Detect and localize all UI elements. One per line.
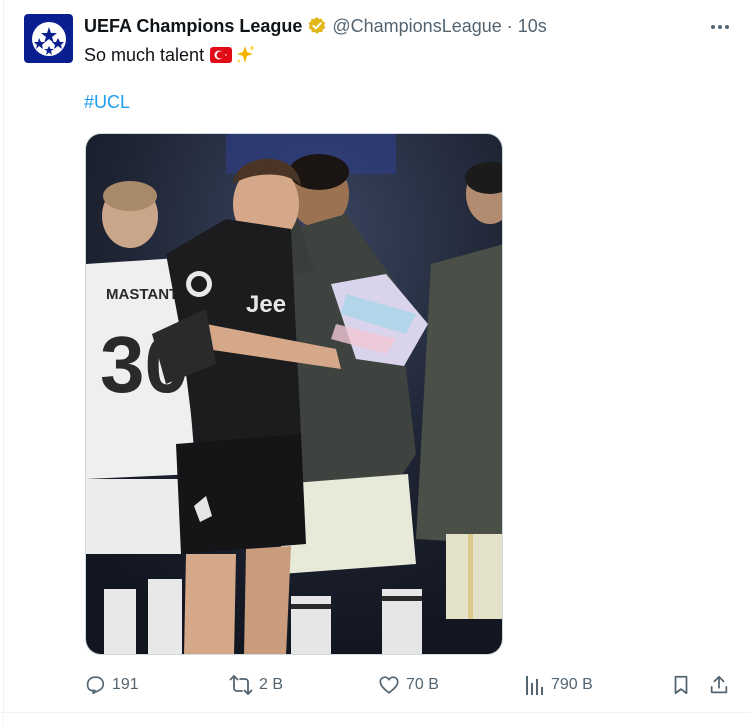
- author-name[interactable]: UEFA Champions League: [84, 16, 302, 37]
- tweet-divider: [0, 712, 750, 713]
- views-count: 790 B: [551, 676, 593, 693]
- bookmark-button[interactable]: [670, 668, 692, 702]
- reply-button[interactable]: 191: [84, 668, 139, 702]
- more-horizontal-icon: [711, 25, 729, 29]
- tweet-action-bar: 191 2 B 70 B 790 B: [0, 668, 750, 702]
- players-embracing-photo: MASTANTU 30 Jee: [86, 134, 502, 654]
- repost-button[interactable]: 2 B: [229, 668, 283, 702]
- turkey-flag-icon: [210, 47, 233, 63]
- heart-icon: [379, 676, 399, 694]
- author-handle[interactable]: @ChampionsLeague: [332, 16, 501, 37]
- views-chart-icon: [526, 676, 543, 695]
- header-separator: ·: [506, 15, 513, 36]
- verified-badge-icon[interactable]: [307, 16, 327, 36]
- hashtag-link[interactable]: #UCL: [84, 92, 130, 113]
- views-button[interactable]: 790 B: [525, 668, 593, 702]
- svg-text:Jee: Jee: [246, 291, 286, 318]
- share-icon: [710, 675, 728, 694]
- like-count: 70 B: [406, 676, 439, 693]
- bookmark-icon: [674, 675, 688, 695]
- reply-count: 191: [112, 676, 139, 693]
- tweet-timestamp[interactable]: 10s: [518, 16, 547, 37]
- repost-count: 2 B: [259, 676, 284, 693]
- like-button[interactable]: 70 B: [378, 668, 439, 702]
- tweet-text: So much talent: [84, 43, 257, 67]
- tweet-header: UEFA Champions League @ChampionsLeague ·…: [84, 14, 547, 38]
- sparkles-icon: [235, 44, 257, 66]
- author-avatar[interactable]: [24, 14, 73, 63]
- share-button[interactable]: [708, 668, 730, 702]
- starball-logo-icon: [31, 21, 66, 56]
- tweet-text-body: So much talent: [84, 45, 205, 65]
- more-options-button[interactable]: [705, 16, 735, 38]
- tweet-photo[interactable]: MASTANTU 30 Jee: [85, 133, 503, 655]
- reply-icon: [86, 676, 105, 695]
- timeline-border-left: [3, 0, 4, 727]
- repost-icon: [229, 675, 253, 695]
